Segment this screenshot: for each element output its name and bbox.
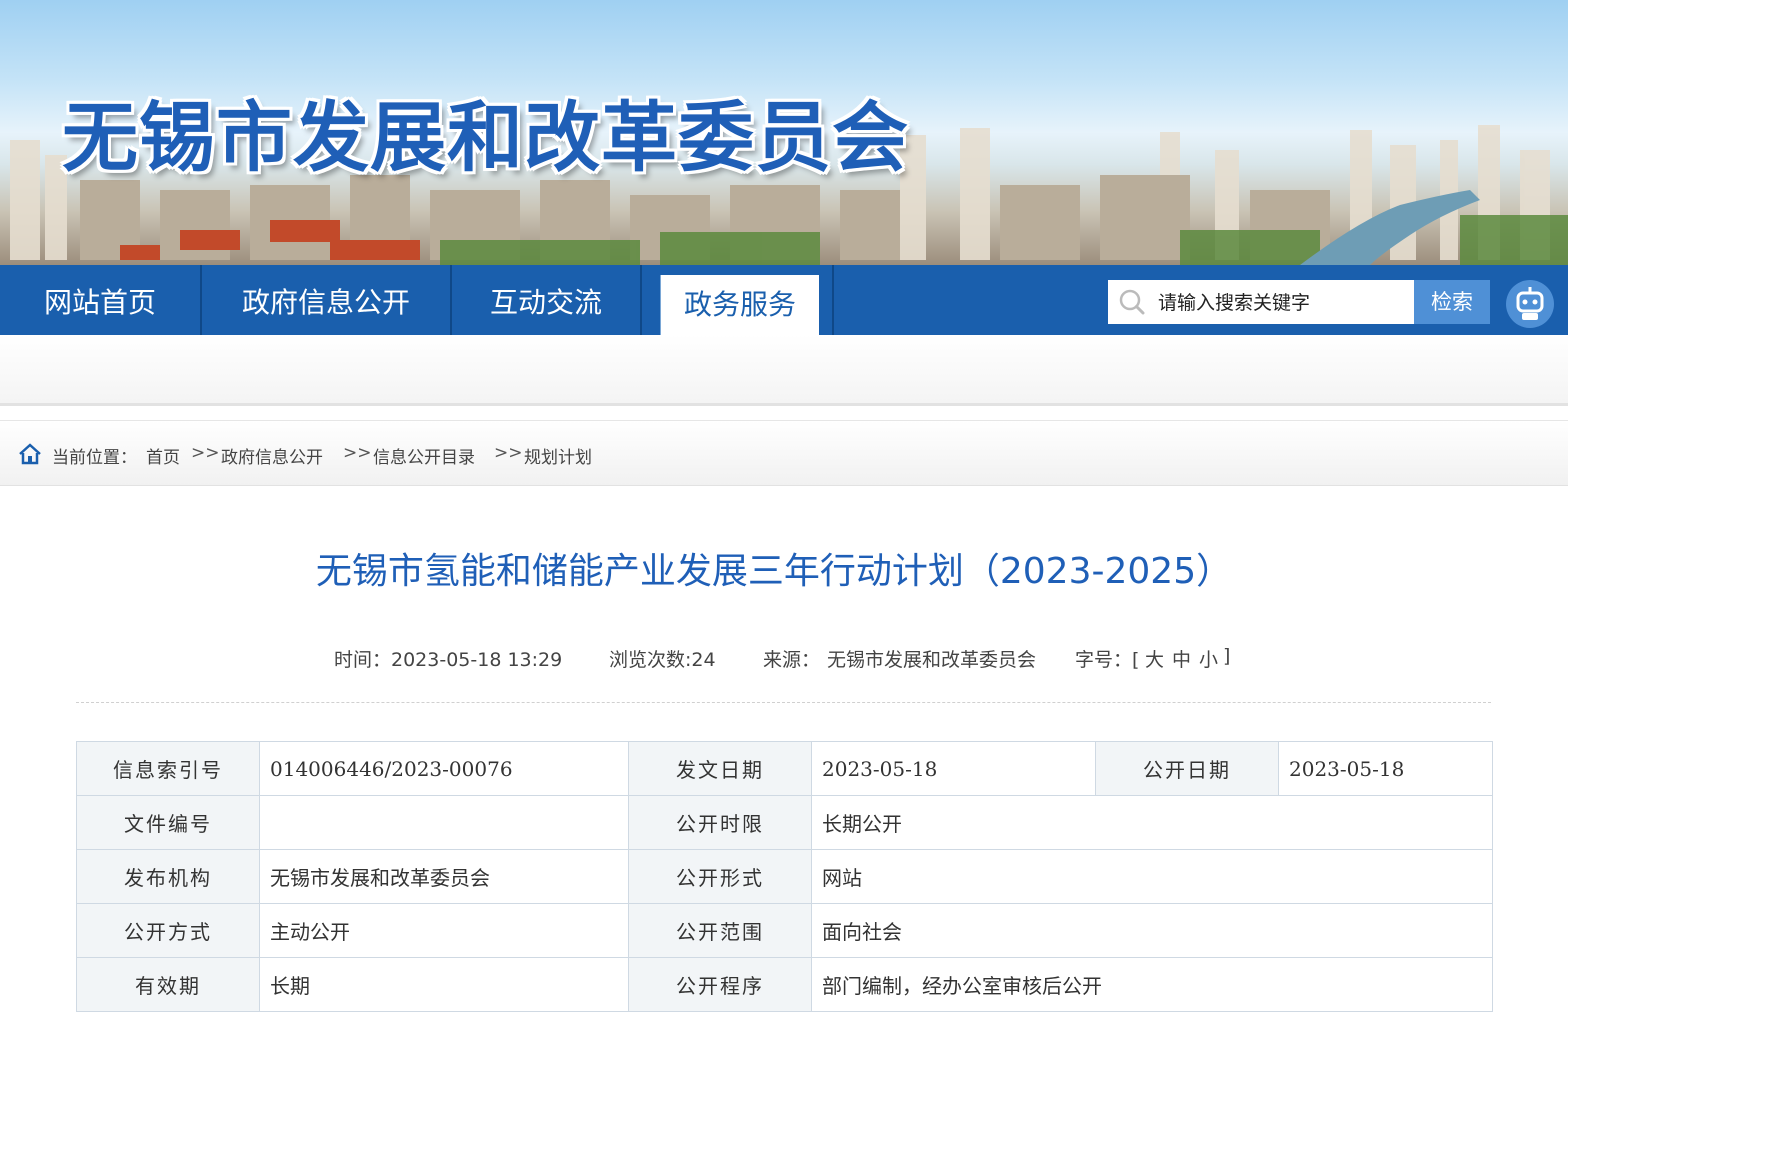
table-label: 公开时限 xyxy=(628,795,812,850)
search-icon xyxy=(1119,289,1145,315)
nav-separator xyxy=(640,265,642,335)
breadcrumb-separator: >> xyxy=(343,443,372,463)
table-row: 文件编号 公开时限 长期公开 xyxy=(76,795,1493,850)
table-value: 2023-05-18 xyxy=(811,741,1096,796)
table-label: 有效期 xyxy=(76,957,260,1012)
robot-icon[interactable] xyxy=(1506,280,1554,328)
search-button[interactable]: 检索 xyxy=(1414,280,1490,324)
table-row: 公开方式 主动公开 公开范围 面向社会 xyxy=(76,903,1493,958)
table-label: 发布机构 xyxy=(76,849,260,904)
font-size-medium[interactable]: 中 xyxy=(1172,645,1191,672)
font-size-large[interactable]: 大 xyxy=(1145,645,1164,672)
breadcrumb-prefix: 当前位置： xyxy=(52,448,137,468)
info-table: 信息索引号 014006446/2023-00076 发文日期 2023-05-… xyxy=(76,741,1493,1012)
table-label: 公开程序 xyxy=(628,957,812,1012)
table-label: 公开方式 xyxy=(76,903,260,958)
table-value: 部门编制，经办公室审核后公开 xyxy=(811,957,1493,1012)
table-row: 有效期 长期 公开程序 部门编制，经办公室审核后公开 xyxy=(76,957,1493,1012)
table-value: 主动公开 xyxy=(259,903,629,958)
table-value: 网站 xyxy=(811,849,1493,904)
table-value: 长期 xyxy=(259,957,629,1012)
header-banner: 无锡市发展和改革委员会 xyxy=(0,0,1568,265)
divider xyxy=(76,702,1491,703)
nav-item-interaction[interactable]: 互动交流 xyxy=(452,265,640,335)
breadcrumb-item-catalog[interactable]: 信息公开目录 xyxy=(373,443,475,468)
table-value: 无锡市发展和改革委员会 xyxy=(259,849,629,904)
table-value: 014006446/2023-00076 xyxy=(259,741,629,796)
table-row: 信息索引号 014006446/2023-00076 发文日期 2023-05-… xyxy=(76,741,1493,796)
table-label: 信息索引号 xyxy=(76,741,260,796)
table-label: 发文日期 xyxy=(628,741,812,796)
table-row: 发布机构 无锡市发展和改革委员会 公开形式 网站 xyxy=(76,849,1493,904)
nav-item-home[interactable]: 网站首页 xyxy=(0,265,200,335)
breadcrumb-item-plans[interactable]: 规划计划 xyxy=(524,443,592,468)
sub-nav-band xyxy=(0,335,1568,406)
font-size-small[interactable]: 小 xyxy=(1199,645,1218,672)
font-size-label: 字号：[ xyxy=(1075,649,1140,671)
nav-item-gov-info[interactable]: 政府信息公开 xyxy=(202,265,450,335)
font-size-close: ] xyxy=(1223,645,1231,667)
source-label: 来源： xyxy=(763,649,821,671)
table-value: 长期公开 xyxy=(811,795,1493,850)
table-label: 文件编号 xyxy=(76,795,260,850)
view-count: 浏览次数:24 xyxy=(609,649,716,671)
source-value: 无锡市发展和改革委员会 xyxy=(827,649,1037,671)
breadcrumb-separator: >> xyxy=(494,443,523,463)
table-label: 公开日期 xyxy=(1095,741,1279,796)
nav-separator xyxy=(832,265,834,335)
table-value: 面向社会 xyxy=(811,903,1493,958)
table-value: 2023-05-18 xyxy=(1278,741,1493,796)
search-input[interactable] xyxy=(1156,286,1410,320)
breadcrumb-item-home[interactable]: 首页 xyxy=(146,443,180,468)
search-box xyxy=(1108,280,1414,324)
table-label: 公开范围 xyxy=(628,903,812,958)
site-title: 无锡市发展和改革委员会 xyxy=(62,93,909,182)
nav-item-services[interactable]: 政务服务 xyxy=(660,275,819,335)
home-icon xyxy=(19,443,41,465)
breadcrumb-separator: >> xyxy=(191,443,220,463)
breadcrumb-item-gov-info[interactable]: 政府信息公开 xyxy=(221,443,323,468)
table-label: 公开形式 xyxy=(628,849,812,904)
article-title: 无锡市氢能和储能产业发展三年行动计划（2023-2025） xyxy=(315,551,1233,592)
publish-time: 时间：2023-05-18 13:29 xyxy=(334,649,563,671)
table-value xyxy=(259,795,629,850)
